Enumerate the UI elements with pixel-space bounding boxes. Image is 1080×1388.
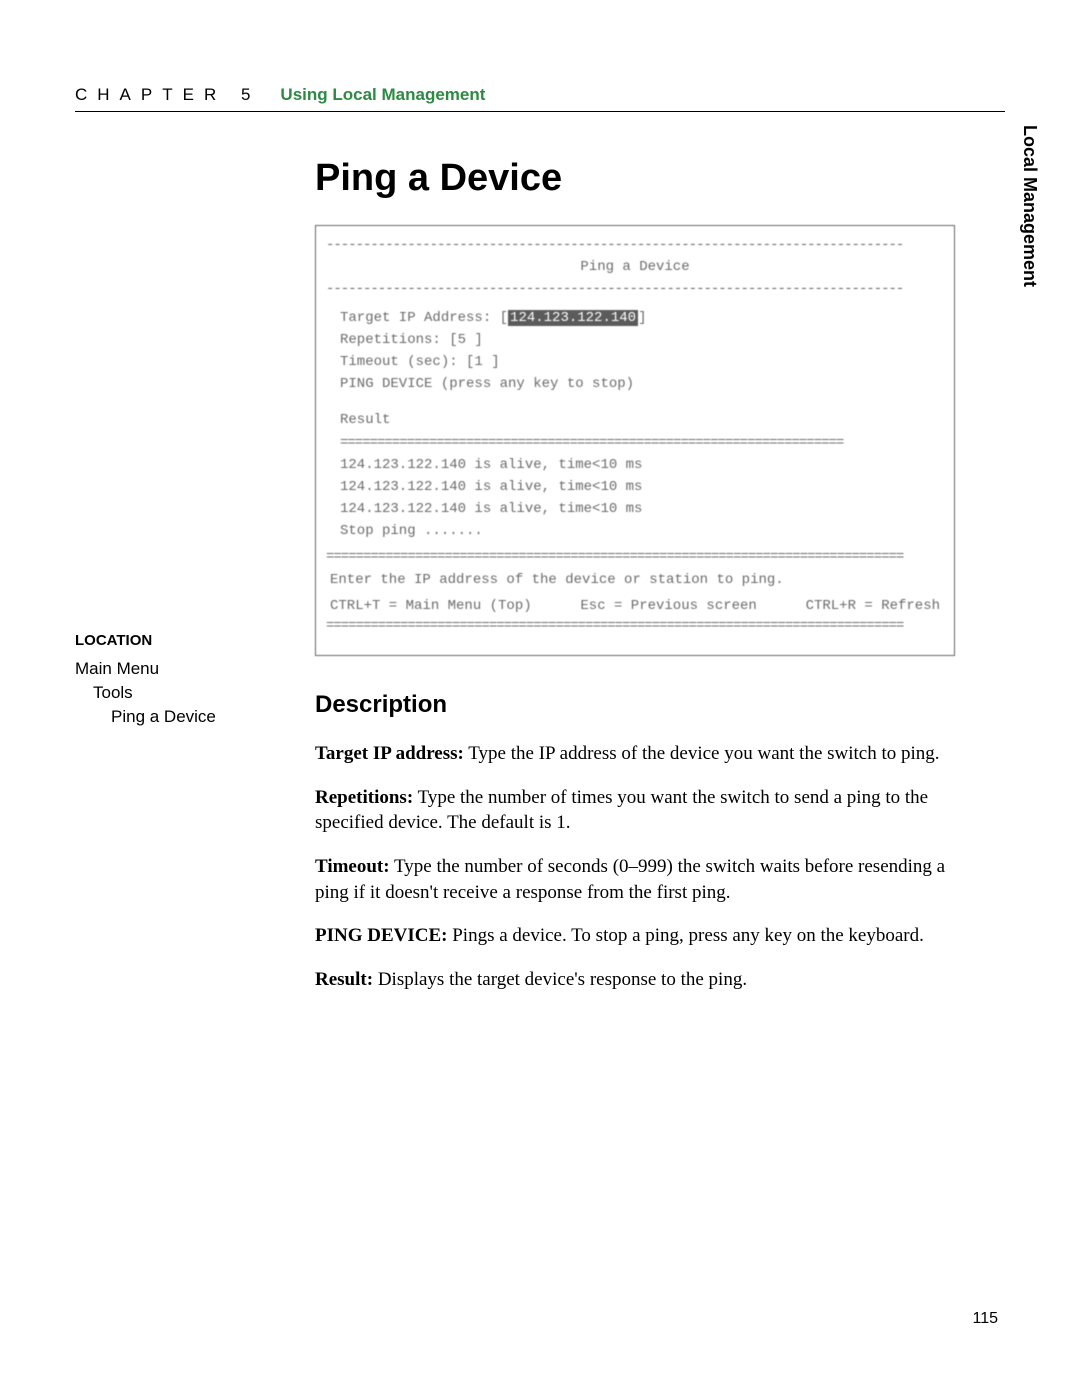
terminal-screenshot: ----------------------------------------… <box>315 225 955 656</box>
desc-text: Type the number of seconds (0–999) the s… <box>315 856 945 903</box>
desc-term: Result: <box>315 969 373 990</box>
target-ip-row: Target IP Address: [124.123.122.140] <box>340 309 930 327</box>
side-tab-label: Local Management <box>1019 125 1040 287</box>
location-sidebar: LOCATION Main Menu Tools Ping a Device <box>75 157 315 731</box>
description-paragraph: Result: Displays the target device's res… <box>315 967 955 993</box>
target-ip-value[interactable]: 124.123.122.140 <box>508 310 638 326</box>
page-title: Ping a Device <box>315 157 955 200</box>
hint-text: Enter the IP address of the device or st… <box>326 571 944 589</box>
desc-term: PING DEVICE: <box>315 925 447 946</box>
ping-device-action[interactable]: PING DEVICE (press any key to stop) <box>340 375 930 393</box>
description-paragraph: PING DEVICE: Pings a device. To stop a p… <box>315 923 955 949</box>
result-line: 124.123.122.140 is alive, time<10 ms <box>340 500 930 518</box>
location-heading: LOCATION <box>75 632 315 649</box>
desc-text: Displays the target device's response to… <box>373 969 747 990</box>
desc-term: Target IP address: <box>315 743 464 764</box>
hotkey-refresh: CTRL+R = Refresh <box>806 597 940 615</box>
result-line: 124.123.122.140 is alive, time<10 ms <box>340 478 930 496</box>
description-heading: Description <box>315 691 955 719</box>
description-paragraph: Timeout: Type the number of seconds (0–9… <box>315 854 955 905</box>
divider-line: ========================================… <box>340 434 930 452</box>
desc-term: Repetitions: <box>315 787 413 808</box>
location-item: Ping a Device <box>75 707 315 727</box>
location-item: Main Menu <box>75 659 315 679</box>
timeout-row[interactable]: Timeout (sec): [1 ] <box>340 353 930 371</box>
hotkey-main-menu: CTRL+T = Main Menu (Top) <box>330 597 532 615</box>
result-label: Result <box>340 411 930 429</box>
desc-text: Type the IP address of the device you wa… <box>464 743 940 764</box>
description-paragraph: Target IP address: Type the IP address o… <box>315 741 955 767</box>
target-ip-label: Target IP Address: <box>340 310 491 326</box>
chapter-label: CHAPTER 5 <box>75 85 280 105</box>
divider-line: ----------------------------------------… <box>326 236 944 254</box>
result-line: Stop ping ....... <box>340 522 930 540</box>
desc-term: Timeout: <box>315 856 390 877</box>
terminal-title: Ping a Device <box>326 258 944 276</box>
repetitions-row[interactable]: Repetitions: [5 ] <box>340 331 930 349</box>
divider-line: ========================================… <box>326 548 944 566</box>
result-line: 124.123.122.140 is alive, time<10 ms <box>340 456 930 474</box>
page-number: 115 <box>972 1310 998 1328</box>
divider-line: ----------------------------------------… <box>326 280 944 298</box>
hotkey-previous: Esc = Previous screen <box>580 597 756 615</box>
divider-line: ========================================… <box>326 617 944 635</box>
location-item: Tools <box>75 683 315 703</box>
chapter-title: Using Local Management <box>280 85 485 105</box>
desc-text: Pings a device. To stop a ping, press an… <box>447 925 923 946</box>
description-paragraph: Repetitions: Type the number of times yo… <box>315 785 955 836</box>
page-header: CHAPTER 5 Using Local Management <box>75 85 1005 112</box>
